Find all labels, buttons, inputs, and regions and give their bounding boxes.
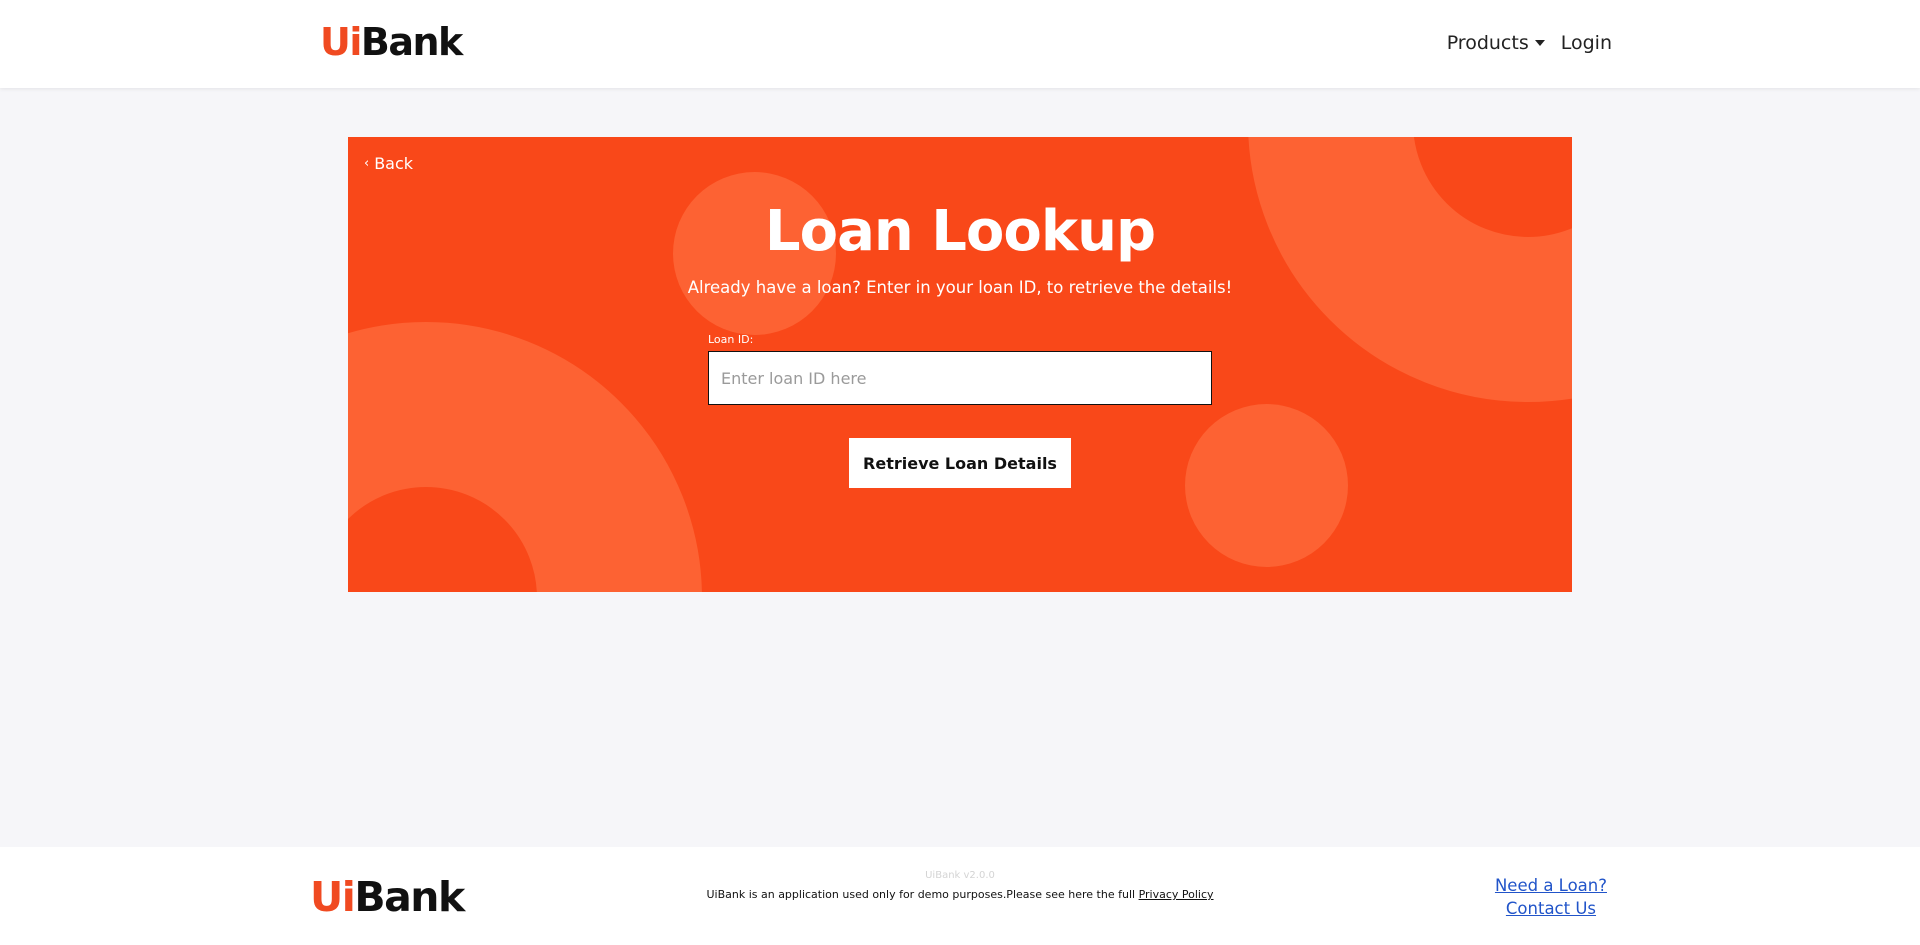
need-a-loan-link[interactable]: Need a Loan? bbox=[1495, 876, 1607, 895]
logo-ui-text: Ui bbox=[320, 20, 362, 64]
footer-info: UiBank v2.0.0 UiBank is an application u… bbox=[0, 870, 1920, 901]
logo-bank-text: Bank bbox=[360, 20, 463, 64]
disclaimer-text: UiBank is an application used only for d… bbox=[706, 888, 1139, 901]
decorative-arc-top-right bbox=[1248, 137, 1572, 402]
products-label: Products bbox=[1446, 32, 1529, 54]
loan-lookup-panel: ‹ Back Loan Lookup Already have a loan? … bbox=[348, 137, 1572, 592]
loan-id-input[interactable] bbox=[708, 351, 1212, 405]
chevron-left-icon: ‹ bbox=[364, 156, 370, 171]
disclaimer: UiBank is an application used only for d… bbox=[0, 888, 1920, 901]
version-text: UiBank v2.0.0 bbox=[925, 870, 995, 881]
login-link[interactable]: Login bbox=[1561, 32, 1612, 54]
caret-down-icon bbox=[1534, 40, 1545, 46]
top-navbar: Ui Bank Products Login bbox=[0, 0, 1920, 88]
loan-id-label: Loan ID: bbox=[708, 333, 754, 346]
decorative-circle-right bbox=[1185, 404, 1348, 567]
main-nav: Products Login bbox=[1447, 32, 1612, 54]
privacy-policy-link[interactable]: Privacy Policy bbox=[1139, 888, 1214, 901]
footer: Ui Bank UiBank v2.0.0 UiBank is an applic… bbox=[0, 847, 1920, 945]
decorative-arc-left bbox=[348, 322, 702, 592]
login-label: Login bbox=[1560, 32, 1612, 54]
contact-us-link[interactable]: Contact Us bbox=[1495, 899, 1607, 918]
products-dropdown[interactable]: Products bbox=[1447, 32, 1545, 54]
back-link[interactable]: ‹ Back bbox=[364, 154, 413, 173]
page-title: Loan Lookup bbox=[764, 199, 1156, 264]
page-subtitle: Already have a loan? Enter in your loan … bbox=[687, 278, 1233, 297]
retrieve-loan-details-button[interactable]: Retrieve Loan Details bbox=[849, 438, 1071, 488]
footer-links: Need a Loan? Contact Us bbox=[1495, 876, 1607, 918]
uibank-logo[interactable]: Ui Bank bbox=[320, 20, 463, 64]
back-label: Back bbox=[374, 154, 414, 173]
